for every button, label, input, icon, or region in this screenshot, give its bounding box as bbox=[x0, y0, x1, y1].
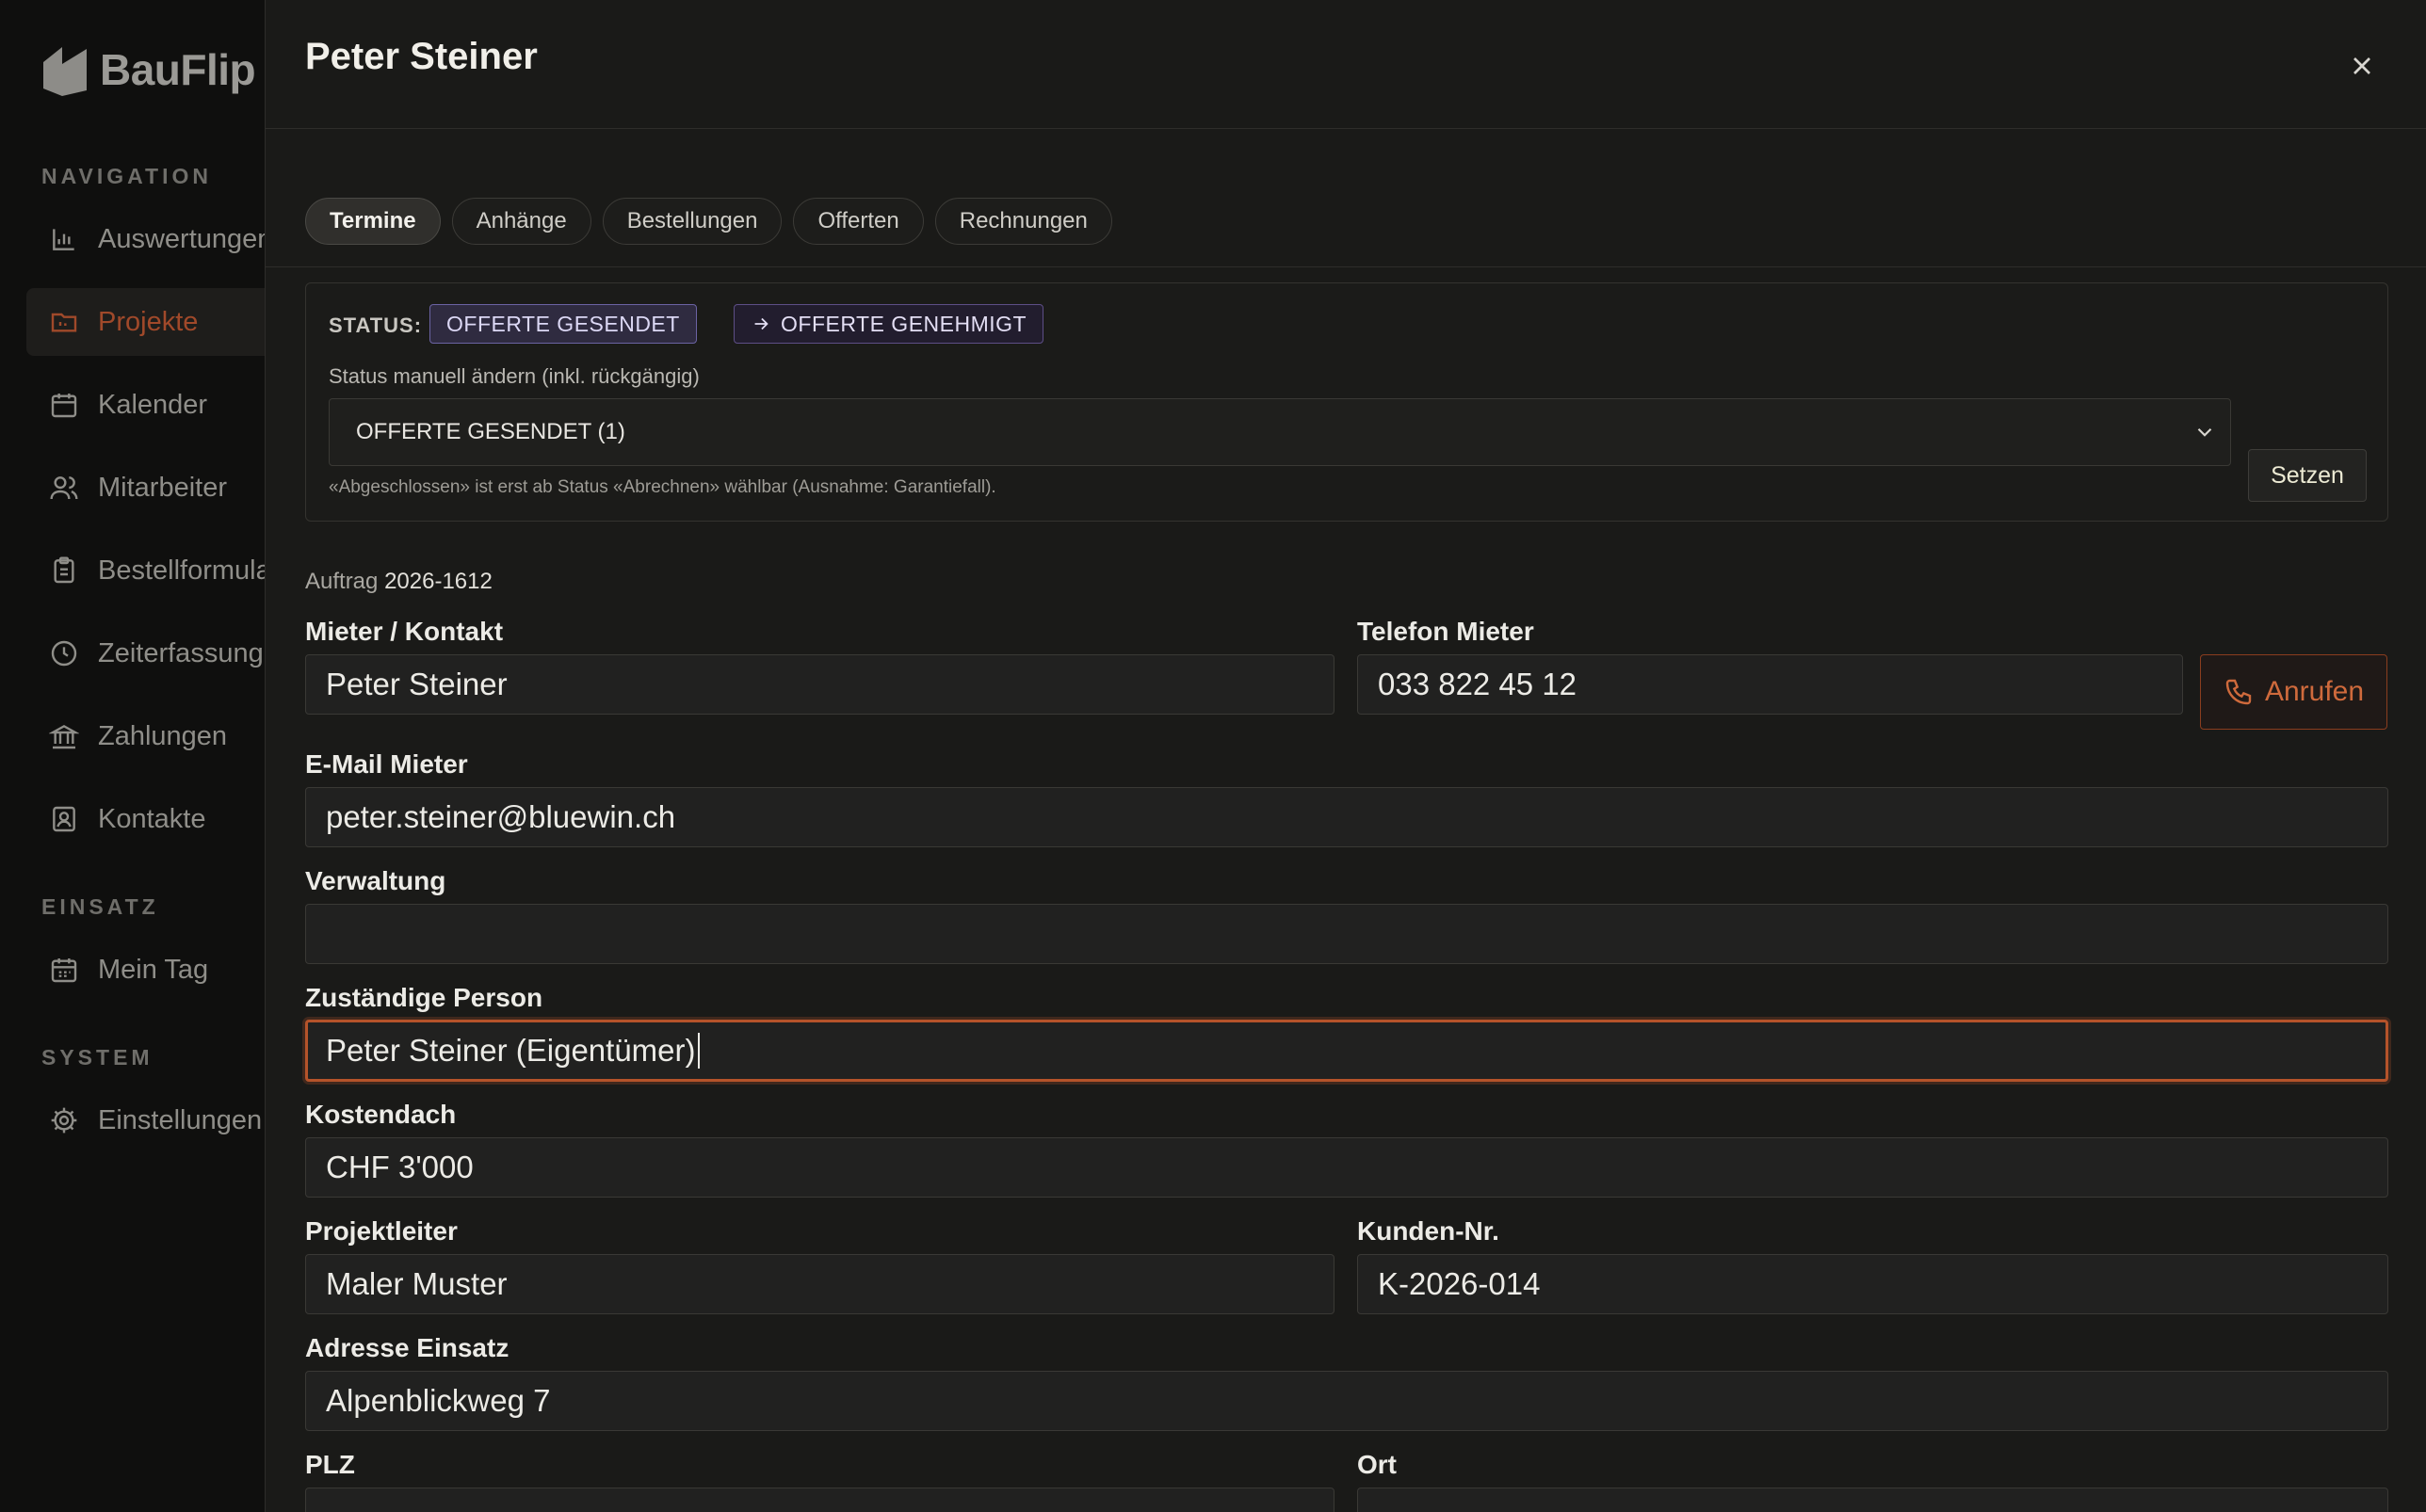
sidebar-item-bestellformular[interactable]: Bestellformular bbox=[26, 537, 273, 604]
mieter-field[interactable]: Peter Steiner bbox=[305, 654, 1334, 715]
order-number: Auftrag 2026-1612 bbox=[305, 569, 493, 595]
sidebar-item-auswertungen[interactable]: Auswertungen bbox=[26, 205, 273, 273]
status-panel: STATUS: OFFERTE GESENDET OFFERTE GENEHMI… bbox=[305, 282, 2388, 522]
projektleiter-label: Projektleiter bbox=[305, 1216, 458, 1246]
verwaltung-field[interactable] bbox=[305, 904, 2388, 964]
sidebar-item-kontakte[interactable]: Kontakte bbox=[26, 785, 273, 853]
arrow-right-icon bbox=[754, 317, 768, 330]
bank-icon bbox=[49, 724, 79, 749]
email-field[interactable]: peter.steiner@bluewin.ch bbox=[305, 787, 2388, 847]
adresse-label: Adresse Einsatz bbox=[305, 1333, 509, 1362]
kunden-nr-field[interactable]: K-2026-014 bbox=[1357, 1254, 2388, 1314]
sidebar-item-zeiterfassung[interactable]: Zeiterfassung bbox=[26, 619, 273, 687]
adresse-field[interactable]: Alpenblickweg 7 bbox=[305, 1371, 2388, 1431]
sidebar-item-label: Kalender bbox=[98, 389, 208, 420]
close-icon[interactable] bbox=[2347, 51, 2377, 81]
status-select[interactable]: OFFERTE GESENDET (1) bbox=[329, 398, 2231, 466]
projektleiter-field[interactable]: Maler Muster bbox=[305, 1254, 1334, 1314]
sidebar-item-label: Bestellformular bbox=[98, 555, 273, 586]
next-status-label: OFFERTE GENEHMIGT bbox=[781, 311, 1027, 336]
telefon-field[interactable]: 033 822 45 12 bbox=[1357, 654, 2183, 715]
clipboard-icon bbox=[54, 556, 74, 584]
nav-section-navigation: NAVIGATION bbox=[41, 164, 212, 188]
zustaendig-label: Zuständige Person bbox=[305, 983, 543, 1012]
tabs-divider bbox=[266, 266, 2426, 267]
sidebar-item-kalender[interactable]: Kalender bbox=[26, 371, 273, 439]
bar-chart-icon bbox=[53, 229, 74, 250]
sidebar-item-label: Mein Tag bbox=[98, 954, 209, 985]
nav-section-einsatz: EINSATZ bbox=[41, 894, 159, 919]
folder-icon bbox=[51, 313, 77, 332]
sidebar-item-label: Projekte bbox=[98, 306, 199, 337]
modal-title: Peter Steiner bbox=[305, 36, 538, 77]
kostendach-label: Kostendach bbox=[305, 1100, 457, 1129]
call-button-label: Anrufen bbox=[2264, 676, 2365, 707]
telefon-label: Telefon Mieter bbox=[1357, 617, 1534, 646]
tab-offerten[interactable]: Offerten bbox=[793, 198, 924, 245]
text-caret bbox=[697, 1033, 700, 1069]
status-manual-label: Status manuell ändern (inkl. rückgängig) bbox=[329, 364, 700, 388]
next-status-button[interactable]: OFFERTE GENEHMIGT bbox=[734, 304, 1044, 344]
zustaendig-value: Peter Steiner (Eigentümer) bbox=[326, 1033, 696, 1068]
project-detail-modal: Peter Steiner Termine Anhänge Bestellung… bbox=[265, 0, 2426, 1512]
sidebar-item-zahlungen[interactable]: Zahlungen bbox=[26, 702, 273, 770]
modal-header: Peter Steiner bbox=[266, 0, 2426, 129]
phone-icon bbox=[2225, 679, 2252, 705]
logo-icon bbox=[43, 47, 87, 96]
users-icon bbox=[50, 476, 78, 500]
sidebar-item-label: Auswertungen bbox=[98, 223, 273, 254]
verwaltung-label: Verwaltung bbox=[305, 866, 446, 895]
order-number-value: 2026-1612 bbox=[384, 569, 493, 594]
plz-label: PLZ bbox=[305, 1450, 355, 1479]
sidebar-item-label: Einstellungen bbox=[98, 1104, 263, 1135]
kostendach-field[interactable]: CHF 3'000 bbox=[305, 1137, 2388, 1198]
order-prefix: Auftrag bbox=[305, 569, 379, 594]
clock-icon bbox=[51, 640, 77, 667]
status-hint: «Abgeschlossen» ist erst ab Status «Abre… bbox=[329, 477, 996, 497]
contact-icon bbox=[53, 806, 75, 832]
ort-label: Ort bbox=[1357, 1450, 1397, 1479]
tab-anhaenge[interactable]: Anhänge bbox=[451, 198, 591, 245]
sidebar-item-mitarbeiter[interactable]: Mitarbeiter bbox=[26, 454, 273, 522]
zustaendig-field[interactable]: Peter Steiner (Eigentümer) bbox=[305, 1020, 2388, 1082]
sidebar-item-projekte[interactable]: Projekte bbox=[26, 288, 273, 356]
sidebar-item-label: Zeiterfassung bbox=[98, 637, 264, 668]
sidebar: BauFlip NAVIGATION Auswertungen Projekte… bbox=[0, 0, 273, 1512]
status-label: STATUS: bbox=[329, 314, 423, 337]
call-button[interactable]: Anrufen bbox=[2200, 654, 2387, 730]
sidebar-item-mein-tag[interactable]: Mein Tag bbox=[26, 936, 273, 1004]
sidebar-item-label: Zahlungen bbox=[98, 720, 228, 751]
sidebar-item-label: Kontakte bbox=[98, 803, 206, 834]
modal-tabs: Termine Anhänge Bestellungen Offerten Re… bbox=[305, 198, 1112, 245]
set-status-button[interactable]: Setzen bbox=[2248, 449, 2367, 502]
sidebar-item-label: Mitarbeiter bbox=[98, 472, 227, 503]
sidebar-item-einstellungen[interactable]: Einstellungen bbox=[26, 1086, 273, 1154]
ort-field[interactable] bbox=[1357, 1488, 2388, 1512]
plz-field[interactable] bbox=[305, 1488, 1334, 1512]
email-label: E-Mail Mieter bbox=[305, 749, 468, 779]
brand-logo[interactable]: BauFlip bbox=[41, 41, 256, 98]
mieter-label: Mieter / Kontakt bbox=[305, 617, 504, 646]
tab-rechnungen[interactable]: Rechnungen bbox=[934, 198, 1112, 245]
status-select-value: OFFERTE GESENDET (1) bbox=[356, 419, 625, 444]
tab-termine[interactable]: Termine bbox=[305, 198, 441, 245]
status-badge: OFFERTE GESENDET bbox=[429, 304, 697, 344]
tab-bestellungen[interactable]: Bestellungen bbox=[602, 198, 783, 245]
gear-icon bbox=[51, 1107, 77, 1134]
kunden-nr-label: Kunden-Nr. bbox=[1357, 1216, 1499, 1246]
calendar-day-icon bbox=[51, 958, 77, 983]
chevron-down-icon bbox=[2197, 427, 2212, 437]
brand-name: BauFlip bbox=[100, 45, 256, 94]
nav-section-system: SYSTEM bbox=[41, 1045, 154, 1070]
calendar-icon bbox=[51, 394, 77, 418]
